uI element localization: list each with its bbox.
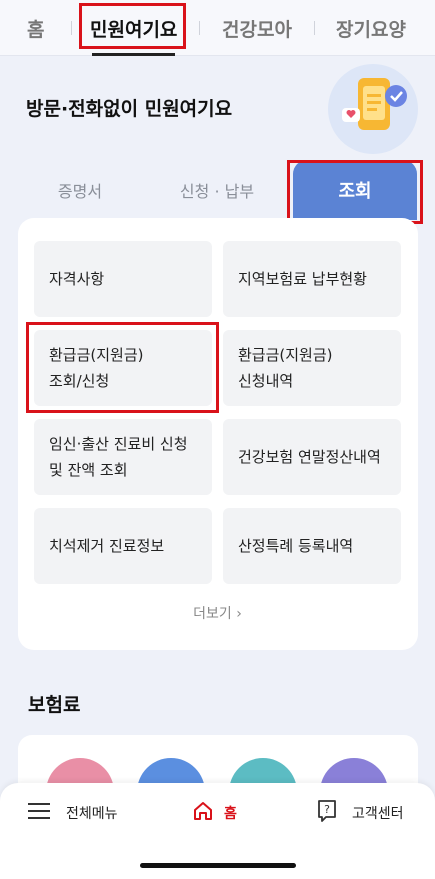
help-chat-icon: ? bbox=[316, 799, 338, 827]
top-tab-home[interactable]: 홈 bbox=[27, 0, 44, 56]
segment-tab-apply-pay[interactable]: 신청 · 납부 bbox=[155, 160, 279, 220]
top-tab-ltc[interactable]: 장기요양 bbox=[336, 0, 406, 56]
divider bbox=[199, 21, 200, 35]
home-indicator bbox=[140, 863, 296, 868]
tile-label: 치석제거 진료정보 bbox=[49, 537, 165, 555]
segment-tab-inquiry[interactable]: 조회 bbox=[293, 160, 417, 220]
chevron-right-icon: › bbox=[236, 606, 242, 622]
menu-tile-refund-history[interactable]: 환급금(지원금) 신청내역 bbox=[223, 330, 401, 406]
menu-tile-qualification[interactable]: 자격사항 bbox=[34, 241, 212, 317]
divider bbox=[314, 21, 315, 35]
menu-tile-scaling[interactable]: 치석제거 진료정보 bbox=[34, 508, 212, 584]
menu-tile-regional-premium[interactable]: 지역보험료 납부현황 bbox=[223, 241, 401, 317]
home-icon bbox=[192, 800, 214, 826]
tile-label: 지역보험료 납부현황 bbox=[238, 270, 367, 288]
section-title: 보험료 bbox=[28, 694, 81, 716]
tile-label: 신청내역 bbox=[238, 372, 294, 390]
segment-tab-certificate[interactable]: 증명서 bbox=[18, 160, 142, 220]
bottom-nav-help[interactable]: ? 고객센터 bbox=[316, 799, 404, 827]
menu-tile-refund-apply[interactable]: 환급금(지원금) 조회/신청 bbox=[34, 330, 212, 406]
top-nav: 홈 민원여기요 건강모아 장기요양 bbox=[0, 0, 435, 56]
phone-checkmark-illustration bbox=[328, 64, 418, 154]
tile-label: 조회/신청 bbox=[49, 372, 110, 390]
divider bbox=[71, 21, 72, 35]
tile-label: 환급금(지원금) bbox=[238, 346, 333, 364]
top-tab-minwon[interactable]: 민원여기요 bbox=[90, 0, 177, 56]
tile-label: 환급금(지원금) bbox=[49, 346, 144, 364]
hero-title: 방문·전화없이 민원여기요 bbox=[26, 98, 233, 120]
svg-text:?: ? bbox=[324, 803, 330, 816]
tile-label: 건강보험 연말정산내역 bbox=[238, 448, 381, 466]
hamburger-menu-icon bbox=[28, 802, 50, 824]
more-label: 더보기 bbox=[193, 606, 232, 622]
more-link[interactable]: 더보기 › bbox=[0, 603, 435, 623]
menu-tile-special-case[interactable]: 산정특례 등록내역 bbox=[223, 508, 401, 584]
menu-tile-pregnancy[interactable]: 임신·출산 진료비 신청 및 잔액 조회 bbox=[34, 419, 212, 495]
tile-label: 자격사항 bbox=[49, 270, 105, 288]
menu-tile-tax-settlement[interactable]: 건강보험 연말정산내역 bbox=[223, 419, 401, 495]
tile-label: 임신·출산 진료비 신청 bbox=[49, 435, 188, 453]
bottom-nav-label: 고객센터 bbox=[352, 806, 404, 822]
bottom-nav-label: 전체메뉴 bbox=[66, 806, 118, 822]
tile-label: 산정특례 등록내역 bbox=[238, 537, 354, 555]
bottom-nav-home[interactable]: 홈 bbox=[192, 801, 237, 825]
segment-tabs: 증명서 신청 · 납부 조회 bbox=[18, 160, 418, 220]
tile-label: 및 잔액 조회 bbox=[49, 461, 128, 479]
bottom-nav-menu[interactable]: 전체메뉴 bbox=[28, 801, 118, 825]
top-tab-health[interactable]: 건강모아 bbox=[222, 0, 292, 56]
bottom-nav-label: 홈 bbox=[224, 806, 237, 822]
